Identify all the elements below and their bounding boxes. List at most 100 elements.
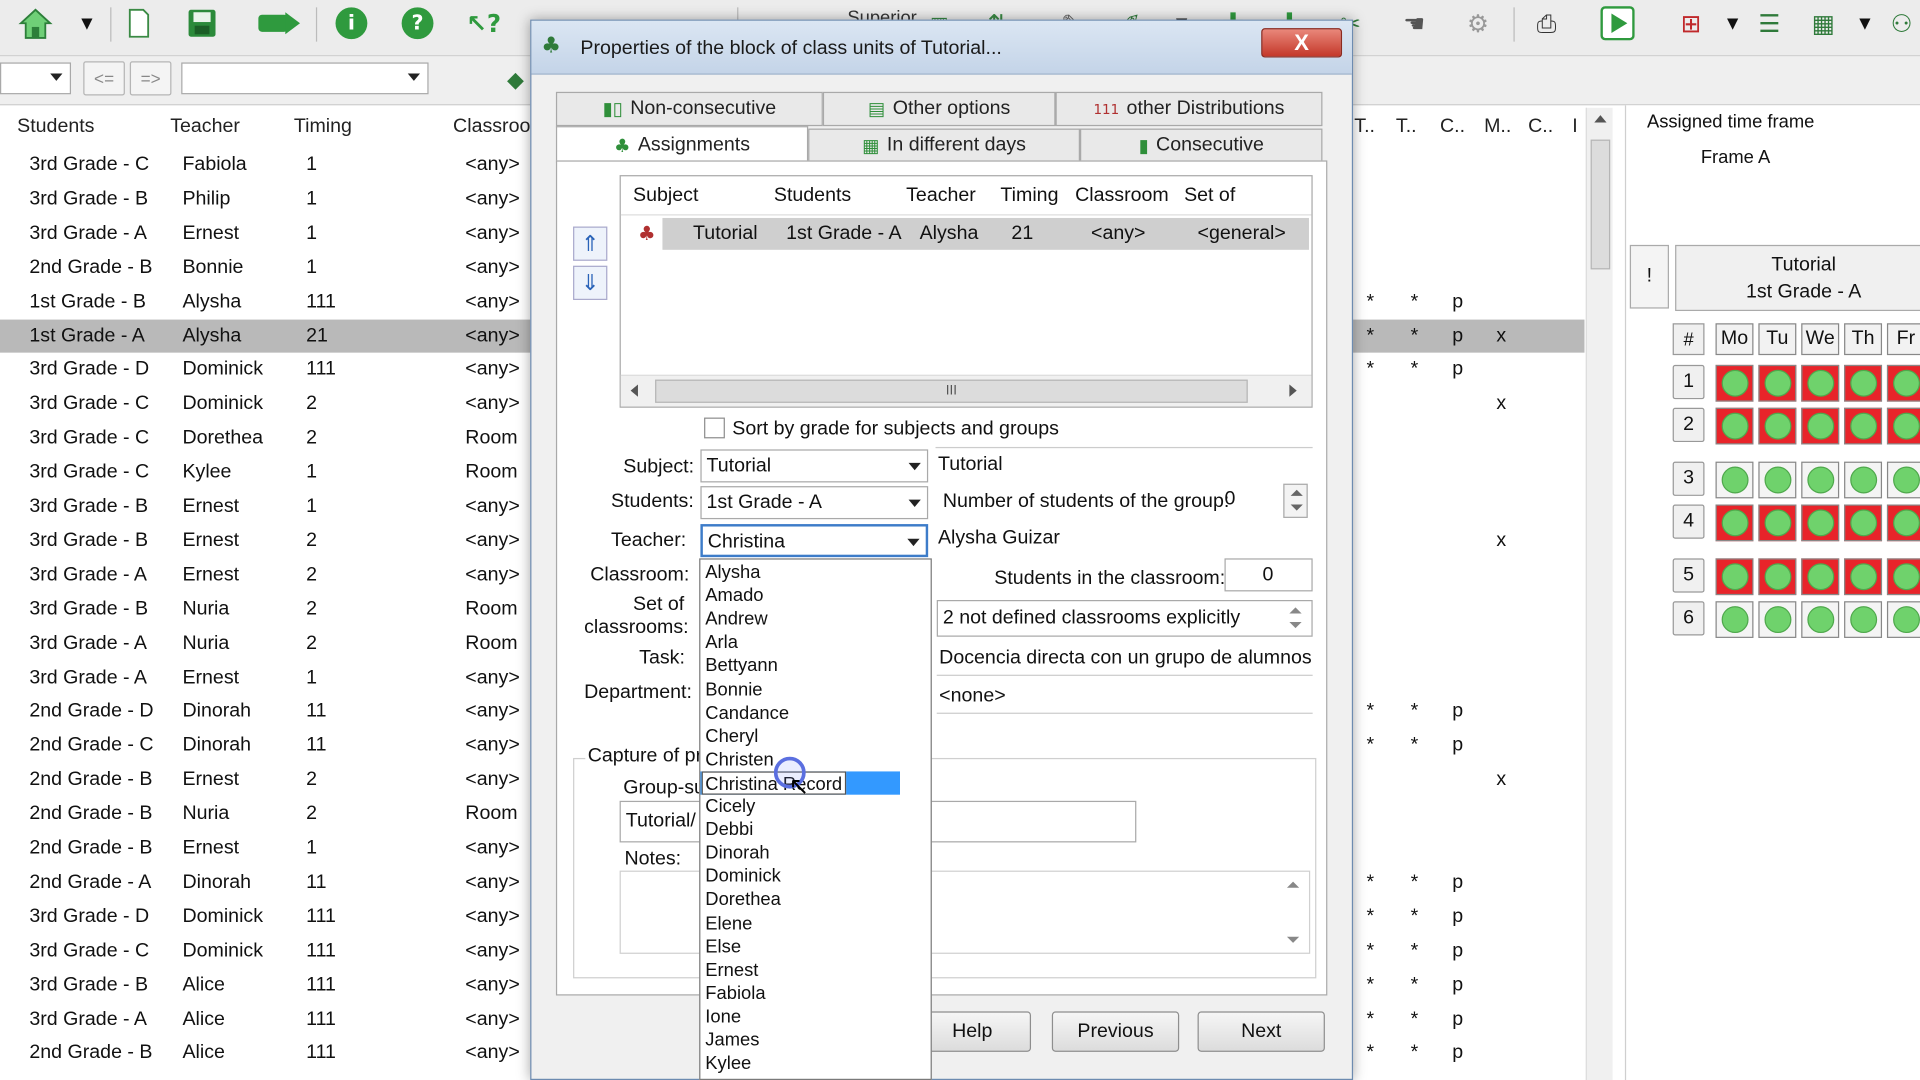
table-row[interactable]: 3rd Grade - B Alice 111 <any> xyxy=(0,968,535,1002)
teacher-option[interactable]: Amado xyxy=(705,584,763,607)
table-row[interactable]: 1st Grade - B Alysha 111 <any> xyxy=(0,285,535,319)
back-button[interactable]: <= xyxy=(83,61,125,96)
time-slot[interactable] xyxy=(1844,504,1883,542)
time-slot[interactable] xyxy=(1758,601,1797,638)
dropdown-arrow-icon[interactable]: ▼ xyxy=(1714,5,1751,42)
table-row-extra[interactable] xyxy=(1352,626,1585,660)
sort-checkbox[interactable] xyxy=(704,417,725,439)
col-header-timing[interactable]: Timing xyxy=(294,108,352,147)
teacher-option[interactable]: Cheryl xyxy=(705,725,758,748)
filter-select[interactable] xyxy=(181,62,429,95)
teacher-option[interactable]: Kylee xyxy=(705,1052,751,1075)
time-slot[interactable] xyxy=(1715,504,1754,542)
scroll-right-icon[interactable] xyxy=(1289,384,1297,397)
scroll-thumb[interactable] xyxy=(1590,139,1611,270)
table-row-extra[interactable] xyxy=(1352,797,1585,831)
teacher-option[interactable]: Elene xyxy=(705,912,752,935)
time-slot[interactable] xyxy=(1801,364,1840,402)
time-slot[interactable] xyxy=(1758,364,1797,402)
teacher-option[interactable]: Dominick xyxy=(705,865,781,888)
th-timing[interactable]: Timing xyxy=(1000,176,1058,215)
table-row[interactable]: 3rd Grade - A Ernest 1 <any> xyxy=(0,216,535,250)
time-slot[interactable] xyxy=(1886,461,1920,499)
table-row[interactable]: 3rd Grade - C Dominick 111 <any> xyxy=(0,934,535,968)
table-row-extra[interactable] xyxy=(1352,558,1585,592)
tab-assignments[interactable]: ♣ Assignments xyxy=(555,126,809,163)
table-row[interactable]: 3rd Grade - C Fabiola 1 <any> xyxy=(0,148,535,182)
time-slot[interactable] xyxy=(1715,364,1754,402)
period-number[interactable]: 2 xyxy=(1672,407,1705,443)
table-row-extra[interactable] xyxy=(1352,182,1585,216)
teacher-option[interactable]: James xyxy=(705,1029,759,1052)
table-row[interactable]: 3rd Grade - C Dominick 2 <any> xyxy=(0,387,535,421)
table-row[interactable]: 3rd Grade - A Nuria 2 Room xyxy=(0,626,535,660)
table-row-extra[interactable]: * * p xyxy=(1352,968,1585,1002)
period-number[interactable]: 3 xyxy=(1672,461,1705,496)
tab-consecutive[interactable]: ▮ Consecutive xyxy=(1080,128,1323,163)
teacher-option[interactable]: Debbi xyxy=(705,818,753,841)
tab-other-distributions[interactable]: 111 other Distributions xyxy=(1055,91,1323,127)
time-slot[interactable] xyxy=(1801,461,1840,499)
table-row-extra[interactable]: * * p xyxy=(1352,285,1585,319)
table-row-extra[interactable] xyxy=(1352,831,1585,865)
table-row[interactable]: 2nd Grade - B Ernest 1 <any> xyxy=(0,831,535,865)
table-row[interactable]: 2nd Grade - B Alice 111 <any> xyxy=(0,1036,535,1070)
time-slot[interactable] xyxy=(1715,407,1754,445)
time-slot[interactable] xyxy=(1758,407,1797,445)
time-slot[interactable] xyxy=(1886,504,1920,542)
forward-button[interactable]: => xyxy=(129,61,172,96)
table-row[interactable]: 3rd Grade - C Dorethea 2 Room xyxy=(0,421,535,455)
info-icon[interactable]: i xyxy=(333,5,370,42)
people-icon[interactable]: ⚇ xyxy=(1883,5,1920,42)
table-row[interactable]: 3rd Grade - B Philip 1 <any> xyxy=(0,182,535,216)
table-vertical-scrollbar[interactable] xyxy=(1585,107,1613,1080)
scroll-up-icon[interactable] xyxy=(1286,881,1300,888)
next-button[interactable]: Next xyxy=(1197,1011,1325,1052)
table-row-extra[interactable] xyxy=(1352,251,1585,285)
teacher-dropdown-list[interactable]: Alysha Amado Andrew Arla Bettyann Bonnie Canda… xyxy=(699,558,932,1080)
table-row[interactable]: 3rd Grade - B Nuria 2 Room xyxy=(0,592,535,626)
context-help-icon[interactable]: ↖? xyxy=(465,5,502,42)
period-number[interactable]: 6 xyxy=(1672,601,1705,636)
scroll-thumb[interactable]: III xyxy=(655,379,1248,403)
table-row[interactable]: 3rd Grade - D Dominick 111 <any> xyxy=(0,353,535,387)
th-students[interactable]: Students xyxy=(774,176,851,215)
students-in-classroom-input[interactable]: 0 xyxy=(1224,558,1313,592)
teacher-option[interactable]: Else xyxy=(705,935,741,958)
time-slot[interactable] xyxy=(1844,364,1883,402)
tab-in-different-days[interactable]: ▦ In different days xyxy=(808,128,1081,163)
table-row[interactable]: 2nd Grade - C Dinorah 11 <any> xyxy=(0,729,535,763)
scroll-down-icon[interactable] xyxy=(1286,936,1300,943)
time-slot[interactable] xyxy=(1758,461,1797,499)
table-row[interactable]: 3rd Grade - B Ernest 2 <any> xyxy=(0,524,535,558)
table-row[interactable]: 3rd Grade - C Kylee 1 Room xyxy=(0,456,535,490)
table-row-extra[interactable] xyxy=(1352,148,1585,182)
teacher-option[interactable]: Cicely xyxy=(705,795,755,818)
dropdown-arrow-icon[interactable]: ▼ xyxy=(69,5,106,42)
settings-grid-icon[interactable]: ⚙ xyxy=(1460,5,1497,42)
time-slot[interactable] xyxy=(1801,558,1840,596)
table-row[interactable]: 1st Grade - A Alysha 21 <any> xyxy=(0,318,536,354)
table-row-extra[interactable] xyxy=(1352,456,1585,490)
time-slot[interactable] xyxy=(1886,558,1920,596)
time-slot[interactable] xyxy=(1886,601,1920,638)
spin-up-icon[interactable] xyxy=(1289,607,1302,614)
table-row[interactable]: 3rd Grade - A Ernest 2 <any> xyxy=(0,558,535,592)
col-header-i[interactable]: I xyxy=(1572,108,1577,147)
scroll-up-icon[interactable] xyxy=(1594,115,1607,123)
table-row-extra[interactable]: * * p x xyxy=(1351,318,1585,354)
table-row-extra[interactable] xyxy=(1352,216,1585,250)
close-button[interactable]: X xyxy=(1261,28,1343,58)
students-select[interactable]: 1st Grade - A xyxy=(700,486,929,520)
time-slot[interactable] xyxy=(1801,407,1840,445)
tab-other-options[interactable]: ▤ Other options xyxy=(822,91,1056,127)
table-row-extra[interactable]: x xyxy=(1352,387,1585,421)
table-row-extra[interactable] xyxy=(1352,661,1585,695)
table-row[interactable]: 2nd Grade - D Dinorah 11 <any> xyxy=(0,695,535,729)
subject-select[interactable]: Tutorial xyxy=(700,449,929,483)
table-row[interactable]: 2nd Grade - B Nuria 2 Room xyxy=(0,797,535,831)
table-row-extra[interactable]: * * p xyxy=(1352,900,1585,934)
scroll-left-icon[interactable] xyxy=(630,384,638,397)
spin-down-icon[interactable] xyxy=(1289,622,1302,629)
hand-icon[interactable]: ☚ xyxy=(1396,5,1433,42)
